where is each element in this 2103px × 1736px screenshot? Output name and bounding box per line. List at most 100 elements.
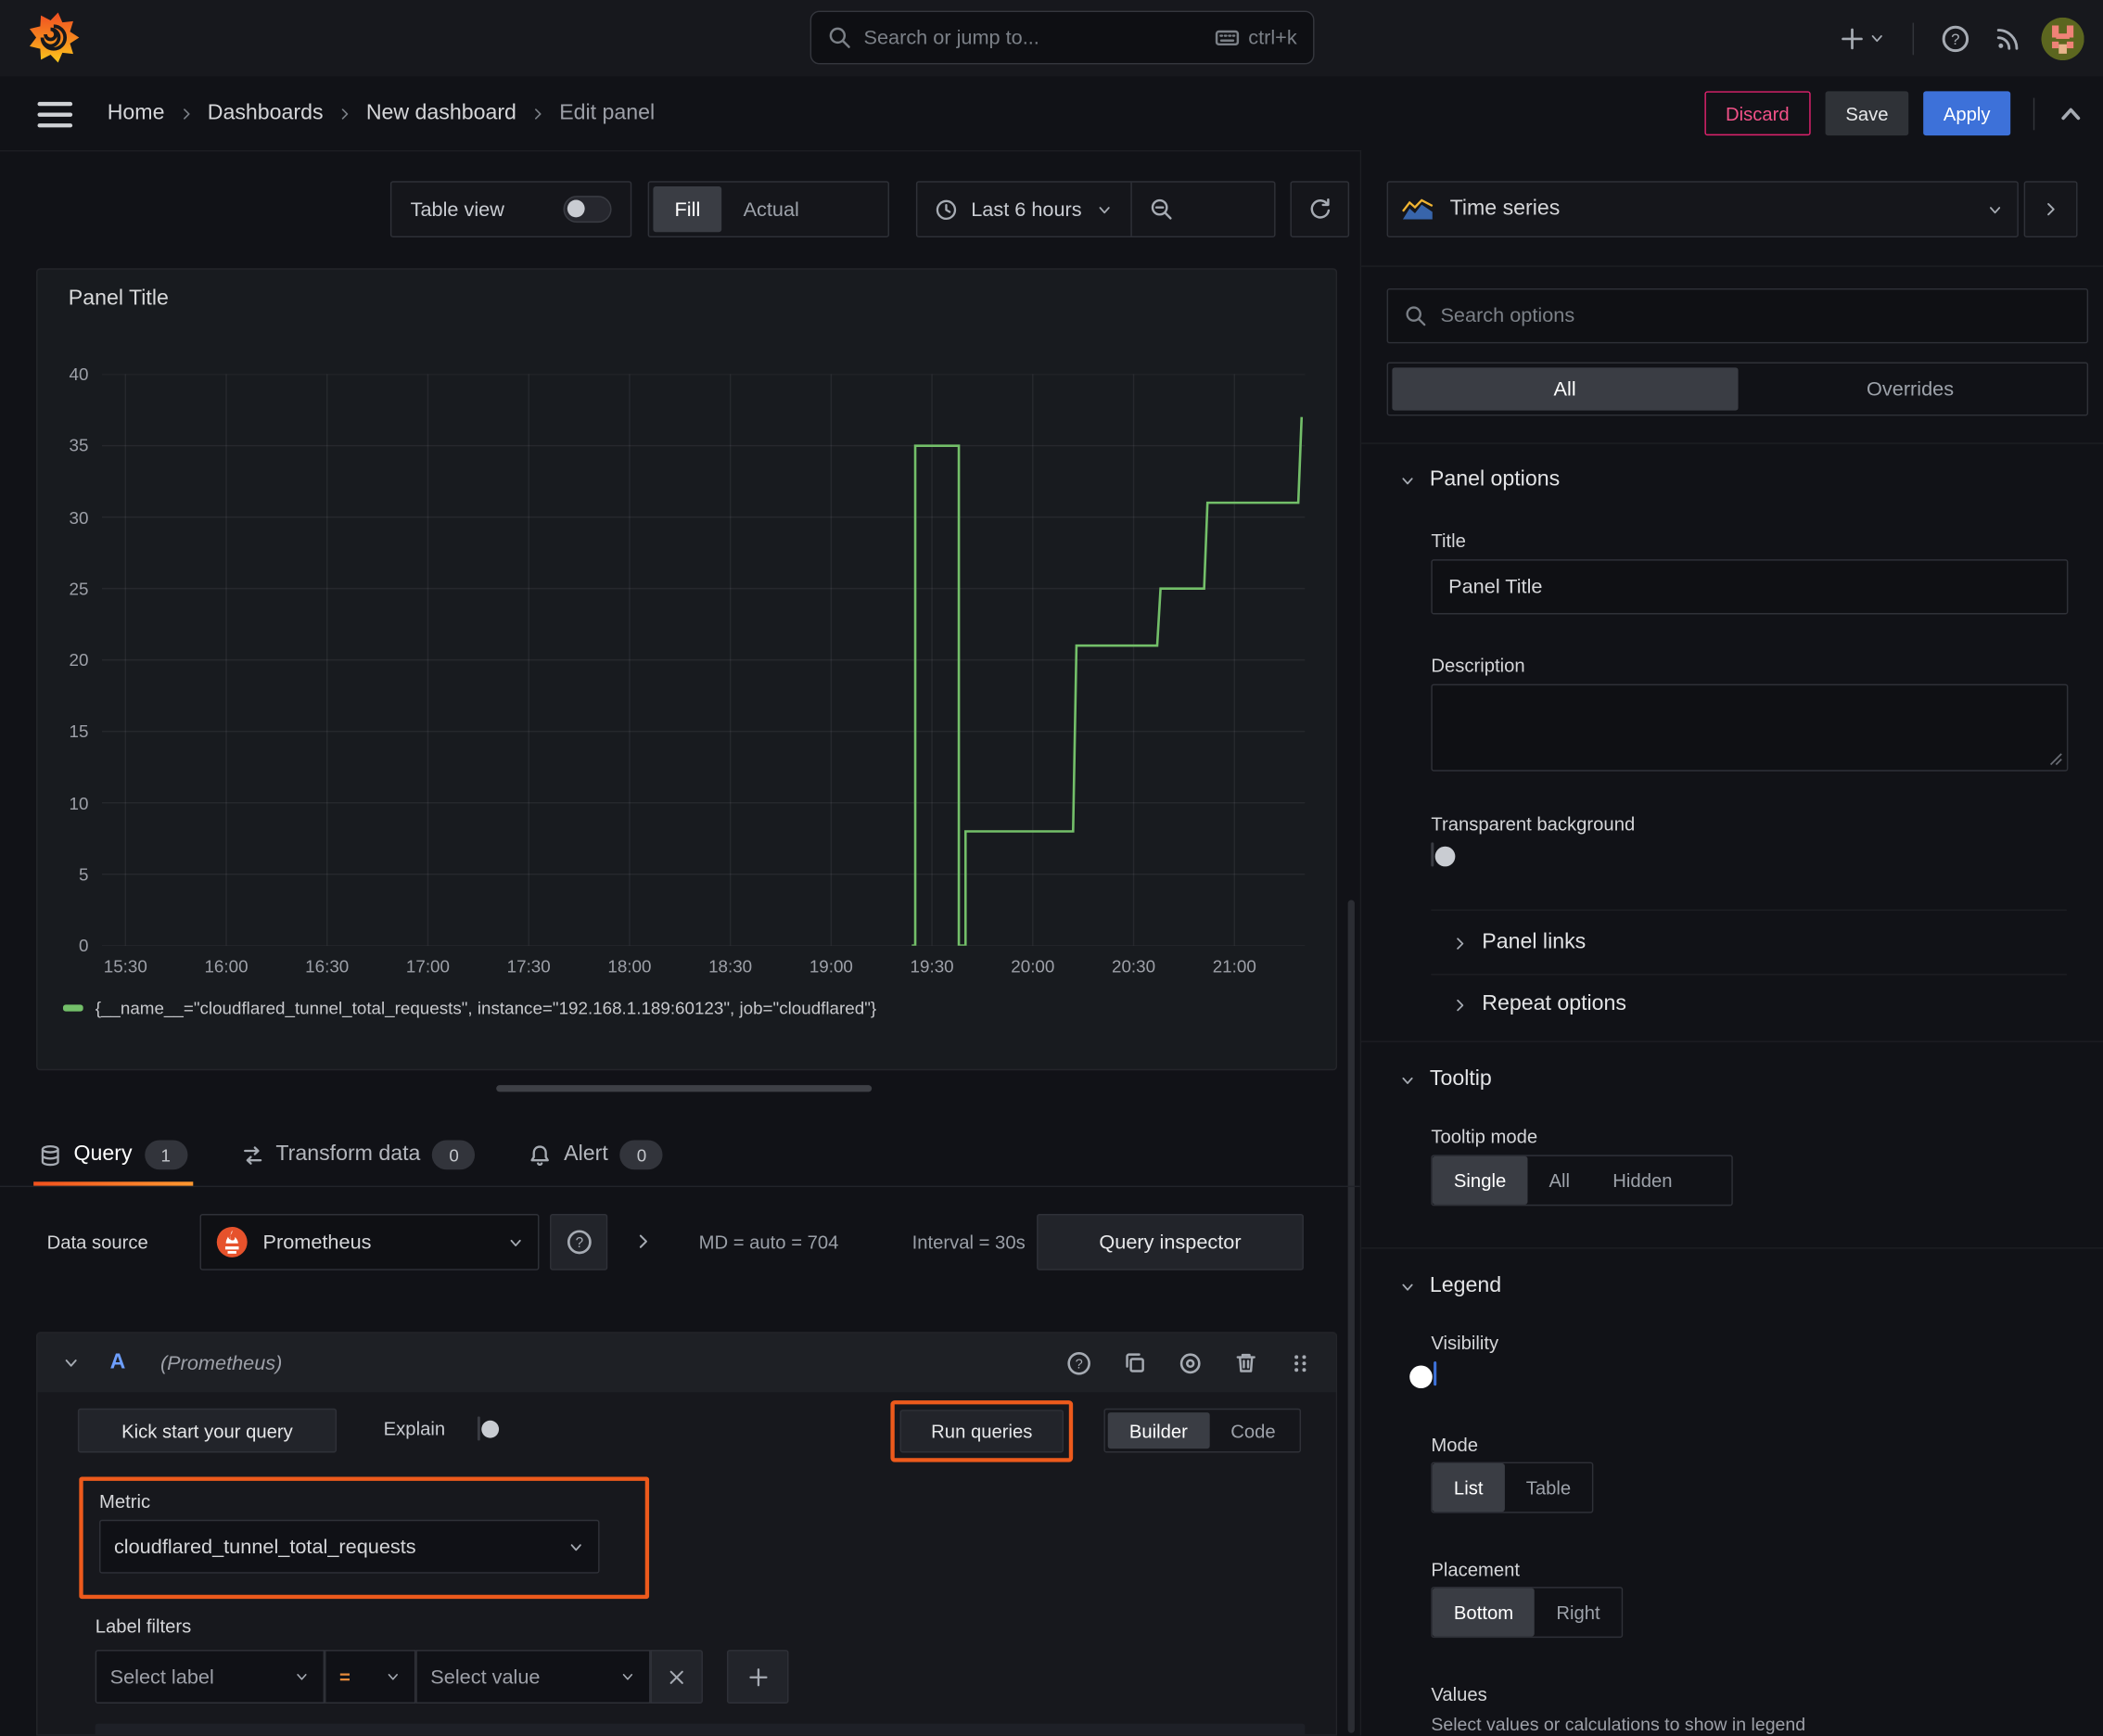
- time-range-label: Last 6 hours: [971, 198, 1082, 221]
- y-tick-label: 10: [69, 792, 89, 813]
- tooltip-mode-single[interactable]: Single: [1432, 1155, 1528, 1205]
- news-button[interactable]: [1989, 19, 2028, 57]
- operator-value: =: [338, 1666, 350, 1688]
- tooltip-mode-label: Tooltip mode: [1431, 1125, 1538, 1147]
- tooltip-section-header[interactable]: Tooltip: [1399, 1067, 1492, 1091]
- eye-icon[interactable]: [1178, 1350, 1203, 1375]
- select-label-dropdown[interactable]: Select label: [95, 1650, 325, 1704]
- query-inspector-button[interactable]: Query inspector: [1037, 1214, 1304, 1270]
- legend-mode-list[interactable]: List: [1432, 1463, 1505, 1513]
- legend-visibility-toggle[interactable]: [1409, 1361, 1437, 1388]
- table-view-toggle[interactable]: [563, 196, 612, 223]
- run-queries-button[interactable]: Run queries: [899, 1410, 1064, 1453]
- help-icon[interactable]: ?: [1066, 1350, 1091, 1375]
- tab-alert[interactable]: Alert 0: [527, 1124, 666, 1186]
- transparent-bg-toggle[interactable]: [1431, 842, 1456, 867]
- legend-mode-table[interactable]: Table: [1505, 1463, 1593, 1512]
- fill-option[interactable]: Fill: [653, 186, 722, 233]
- help-button[interactable]: ?: [1935, 19, 1975, 58]
- tooltip-mode-all[interactable]: All: [1527, 1156, 1591, 1205]
- chevron-right-icon: [535, 108, 542, 119]
- tab-query[interactable]: Query 1: [33, 1124, 193, 1186]
- drag-handle-icon[interactable]: [1289, 1351, 1312, 1374]
- chevron-right-icon[interactable]: [633, 1232, 654, 1252]
- svg-text:?: ?: [575, 1235, 583, 1251]
- max-datapoints-stat: MD = auto = 704: [698, 1231, 839, 1253]
- menu-icon[interactable]: [37, 101, 73, 128]
- panel-title-input[interactable]: [1431, 559, 2069, 615]
- series-color-marker[interactable]: [62, 1004, 83, 1012]
- tab-all[interactable]: All: [1392, 367, 1738, 411]
- topbar-actions: ?: [1833, 0, 2084, 76]
- datasource-picker[interactable]: Prometheus: [199, 1214, 540, 1270]
- zoom-out-button[interactable]: [1131, 183, 1191, 236]
- breadcrumb-home[interactable]: Home: [108, 101, 165, 125]
- metric-select[interactable]: cloudflared_tunnel_total_requests: [99, 1519, 600, 1574]
- resize-handle[interactable]: [496, 1085, 873, 1092]
- save-button[interactable]: Save: [1825, 91, 1909, 136]
- global-search-input[interactable]: Search or jump to... ctrl+k: [809, 10, 1315, 65]
- visualization-picker[interactable]: Time series: [1386, 181, 2019, 238]
- chevron-up-icon[interactable]: [2058, 100, 2084, 127]
- tab-overrides[interactable]: Overrides: [1738, 367, 2083, 410]
- breadcrumb-edit-panel: Edit panel: [559, 101, 656, 124]
- y-tick-label: 40: [69, 364, 89, 385]
- y-tick-label: 20: [69, 649, 89, 670]
- time-range-picker[interactable]: Last 6 hours: [917, 183, 1129, 236]
- breadcrumb-new-dashboard[interactable]: New dashboard: [366, 101, 516, 125]
- chevron-down-icon: [1098, 206, 1110, 213]
- divider: [2033, 96, 2035, 130]
- avatar[interactable]: [2041, 17, 2084, 60]
- repeat-options-section[interactable]: Repeat options: [1451, 992, 1626, 1016]
- code-option[interactable]: Code: [1209, 1412, 1297, 1449]
- legend-mode-group: List Table: [1431, 1462, 1594, 1513]
- explain-toggle[interactable]: [477, 1416, 500, 1441]
- legend-section-header[interactable]: Legend: [1399, 1274, 1501, 1298]
- help-icon: ?: [1942, 25, 1969, 52]
- chart-canvas[interactable]: [101, 374, 1306, 946]
- grafana-logo-icon[interactable]: [27, 11, 81, 65]
- search-options-input[interactable]: Search options: [1386, 287, 2089, 344]
- panel-options-header[interactable]: Panel options: [1399, 468, 1560, 492]
- tab-transform[interactable]: Transform data 0: [238, 1124, 478, 1186]
- legend-placement-bottom[interactable]: Bottom: [1432, 1588, 1536, 1637]
- panel-links-section[interactable]: Panel links: [1451, 931, 1586, 955]
- query-count-badge: 1: [144, 1140, 187, 1170]
- copy-icon[interactable]: [1123, 1351, 1147, 1375]
- select-value-dropdown[interactable]: Select value: [415, 1650, 651, 1704]
- chevron-right-icon: [2047, 202, 2055, 216]
- datasource-help-button[interactable]: ?: [550, 1214, 608, 1270]
- y-tick-label: 35: [69, 435, 89, 456]
- query-row-header[interactable]: A (Prometheus) ?: [37, 1333, 1336, 1393]
- builder-option[interactable]: Builder: [1107, 1412, 1210, 1449]
- next-visualization-button[interactable]: [2023, 181, 2078, 238]
- chevron-down-icon: [1402, 1283, 1413, 1290]
- refresh-button[interactable]: [1290, 181, 1350, 238]
- apply-button[interactable]: Apply: [1923, 91, 2011, 136]
- remove-filter-button[interactable]: [650, 1650, 703, 1704]
- kickstart-button[interactable]: Kick start your query: [77, 1408, 338, 1453]
- operator-dropdown[interactable]: =: [325, 1650, 416, 1704]
- tooltip-mode-hidden[interactable]: Hidden: [1591, 1156, 1693, 1205]
- trash-icon[interactable]: [1234, 1351, 1258, 1375]
- add-filter-button[interactable]: [726, 1650, 789, 1704]
- x-tick-label: 16:00: [204, 956, 249, 976]
- chevron-down-icon[interactable]: [62, 1353, 81, 1372]
- chevron-right-icon: [1457, 937, 1464, 950]
- legend-placement-right[interactable]: Right: [1535, 1589, 1622, 1637]
- series-line[interactable]: [911, 416, 1304, 946]
- series-label[interactable]: {__name__="cloudflared_tunnel_total_requ…: [96, 998, 876, 1018]
- scrollbar[interactable]: [1347, 900, 1355, 1733]
- legend-placement-label: Placement: [1431, 1558, 1521, 1580]
- next-section-edge: [95, 1723, 1306, 1735]
- new-button[interactable]: [1833, 19, 1891, 57]
- discard-button[interactable]: Discard: [1703, 91, 1811, 136]
- resize-grip-icon[interactable]: [2049, 752, 2062, 766]
- breadcrumb-dashboards[interactable]: Dashboards: [208, 101, 324, 125]
- time-range-control: Last 6 hours: [915, 181, 1276, 238]
- metric-value: cloudflared_tunnel_total_requests: [113, 1535, 416, 1559]
- actual-option[interactable]: Actual: [721, 186, 821, 232]
- query-ref-id: A: [109, 1350, 126, 1374]
- legend-visibility-label: Visibility: [1431, 1332, 1499, 1354]
- description-textarea[interactable]: [1431, 683, 2069, 772]
